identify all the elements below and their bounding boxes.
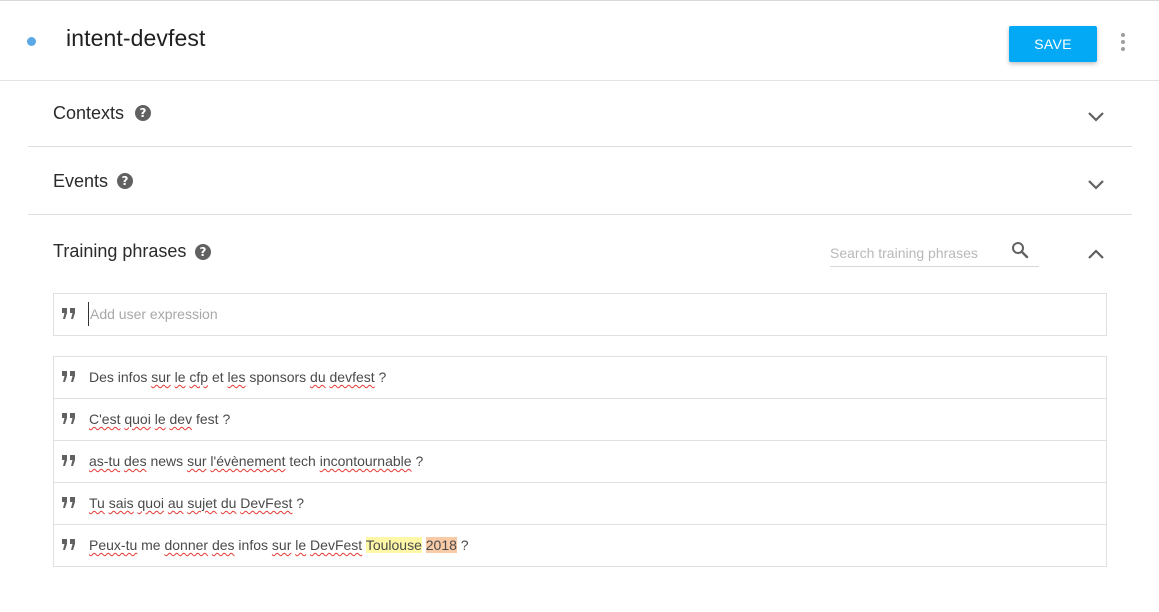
- training-phrase-text[interactable]: Tu sais quoi au sujet du DevFest ?: [89, 495, 304, 511]
- training-phrases-title: Training phrases: [53, 241, 187, 261]
- spellcheck-word: le: [154, 411, 166, 427]
- phrase-segment: infos: [234, 537, 272, 553]
- search-icon[interactable]: [1011, 241, 1029, 259]
- help-circle-icon[interactable]: ?: [117, 173, 133, 189]
- events-title: Events: [53, 171, 109, 191]
- phrase-segment: ?: [411, 453, 424, 469]
- quote-icon: [62, 497, 75, 508]
- training-phrase-text[interactable]: as-tu des news sur l'évènement tech inco…: [89, 453, 423, 469]
- spellcheck-word: le: [295, 537, 307, 553]
- help-circle-icon[interactable]: ?: [195, 244, 211, 260]
- quote-icon: [62, 413, 75, 424]
- quote-icon: [62, 539, 75, 550]
- spellcheck-word: dev: [169, 411, 193, 427]
- spellcheck-word: incontournable: [319, 453, 412, 469]
- phrase-segment: ?: [456, 537, 469, 553]
- training-phrase-text[interactable]: Des infos sur le cfp et les sponsors du …: [89, 369, 386, 385]
- intent-header: intent-devfest SAVE: [0, 0, 1159, 81]
- phrase-segment: ?: [292, 495, 305, 511]
- save-button[interactable]: SAVE: [1009, 26, 1097, 62]
- phrase-segment: tech: [285, 453, 320, 469]
- training-phrase-row[interactable]: C'est quoi le dev fest ?: [54, 399, 1106, 441]
- intent-status-dot: [27, 37, 36, 46]
- spellcheck-word: donner: [164, 537, 209, 553]
- training-phrase-row[interactable]: Des infos sur le cfp et les sponsors du …: [54, 357, 1106, 399]
- phrase-segment: ?: [374, 369, 387, 385]
- training-phrase-row[interactable]: Tu sais quoi au sujet du DevFest ?: [54, 483, 1106, 525]
- search-input[interactable]: [830, 240, 1005, 265]
- contexts-section[interactable]: Contexts ?: [28, 81, 1132, 147]
- entity-annotation[interactable]: 2018: [425, 537, 457, 553]
- chevron-down-icon[interactable]: [1087, 111, 1105, 123]
- training-phrase-row[interactable]: Peux-tu me donner des infos sur le DevFe…: [54, 525, 1106, 567]
- spellcheck-word: Tu: [89, 495, 105, 511]
- phrase-segment: Des infos: [89, 369, 152, 385]
- spellcheck-word: sur: [151, 369, 171, 385]
- spellcheck-word: quoi: [137, 495, 164, 511]
- training-phrase-text[interactable]: C'est quoi le dev fest ?: [89, 411, 230, 427]
- spellcheck-word: quoi: [124, 411, 151, 427]
- phrase-segment: news: [146, 453, 188, 469]
- help-circle-icon[interactable]: ?: [135, 105, 151, 121]
- training-phrase-text[interactable]: Peux-tu me donner des infos sur le DevFe…: [89, 537, 469, 553]
- spellcheck-word: le: [174, 369, 186, 385]
- training-phrase-list: Des infos sur le cfp et les sponsors du …: [53, 356, 1107, 567]
- add-expression-input[interactable]: [88, 302, 1088, 326]
- training-search: [830, 240, 1039, 267]
- phrase-segment: fest ?: [192, 411, 231, 427]
- spellcheck-word: devfest: [329, 369, 375, 385]
- more-vert-icon[interactable]: [1115, 31, 1131, 53]
- intent-name[interactable]: intent-devfest: [66, 25, 205, 52]
- spellcheck-word: DevFest: [310, 537, 363, 553]
- spellcheck-word: sujet: [187, 495, 217, 511]
- training-phrase-row[interactable]: as-tu des news sur l'évènement tech inco…: [54, 441, 1106, 483]
- spellcheck-word: au: [167, 495, 184, 511]
- chevron-up-icon[interactable]: [1087, 248, 1105, 260]
- spellcheck-word: du: [310, 369, 326, 385]
- phrase-segment: me: [137, 537, 165, 553]
- contexts-title: Contexts: [53, 103, 125, 123]
- spellcheck-word: du: [220, 495, 237, 511]
- spellcheck-word: Peux-tu: [89, 537, 138, 553]
- spellcheck-word: les: [227, 369, 246, 385]
- spellcheck-word: C'est: [89, 411, 121, 427]
- quote-icon: [62, 371, 75, 382]
- spellcheck-word: sur: [271, 537, 292, 553]
- spellcheck-word: sais: [108, 495, 134, 511]
- spellcheck-word: des: [124, 453, 147, 469]
- phrase-segment: et: [208, 369, 228, 385]
- spellcheck-word: as-tu: [89, 453, 121, 469]
- spellcheck-word: DevFest: [240, 495, 293, 511]
- entity-annotation[interactable]: Toulouse: [365, 537, 422, 553]
- chevron-down-icon[interactable]: [1087, 179, 1105, 191]
- spellcheck-word: sur: [187, 453, 207, 469]
- add-expression-box: [53, 293, 1107, 336]
- quote-icon: [62, 455, 75, 466]
- spellcheck-word: l'évènement: [210, 453, 286, 469]
- quote-icon: [62, 308, 75, 319]
- spellcheck-word: des: [211, 537, 235, 553]
- spellcheck-word: cfp: [189, 369, 209, 385]
- events-section[interactable]: Events ?: [28, 147, 1132, 215]
- phrase-segment: sponsors: [245, 369, 311, 385]
- training-phrases-section: Training phrases ? Des infos sur le cfp …: [28, 215, 1132, 595]
